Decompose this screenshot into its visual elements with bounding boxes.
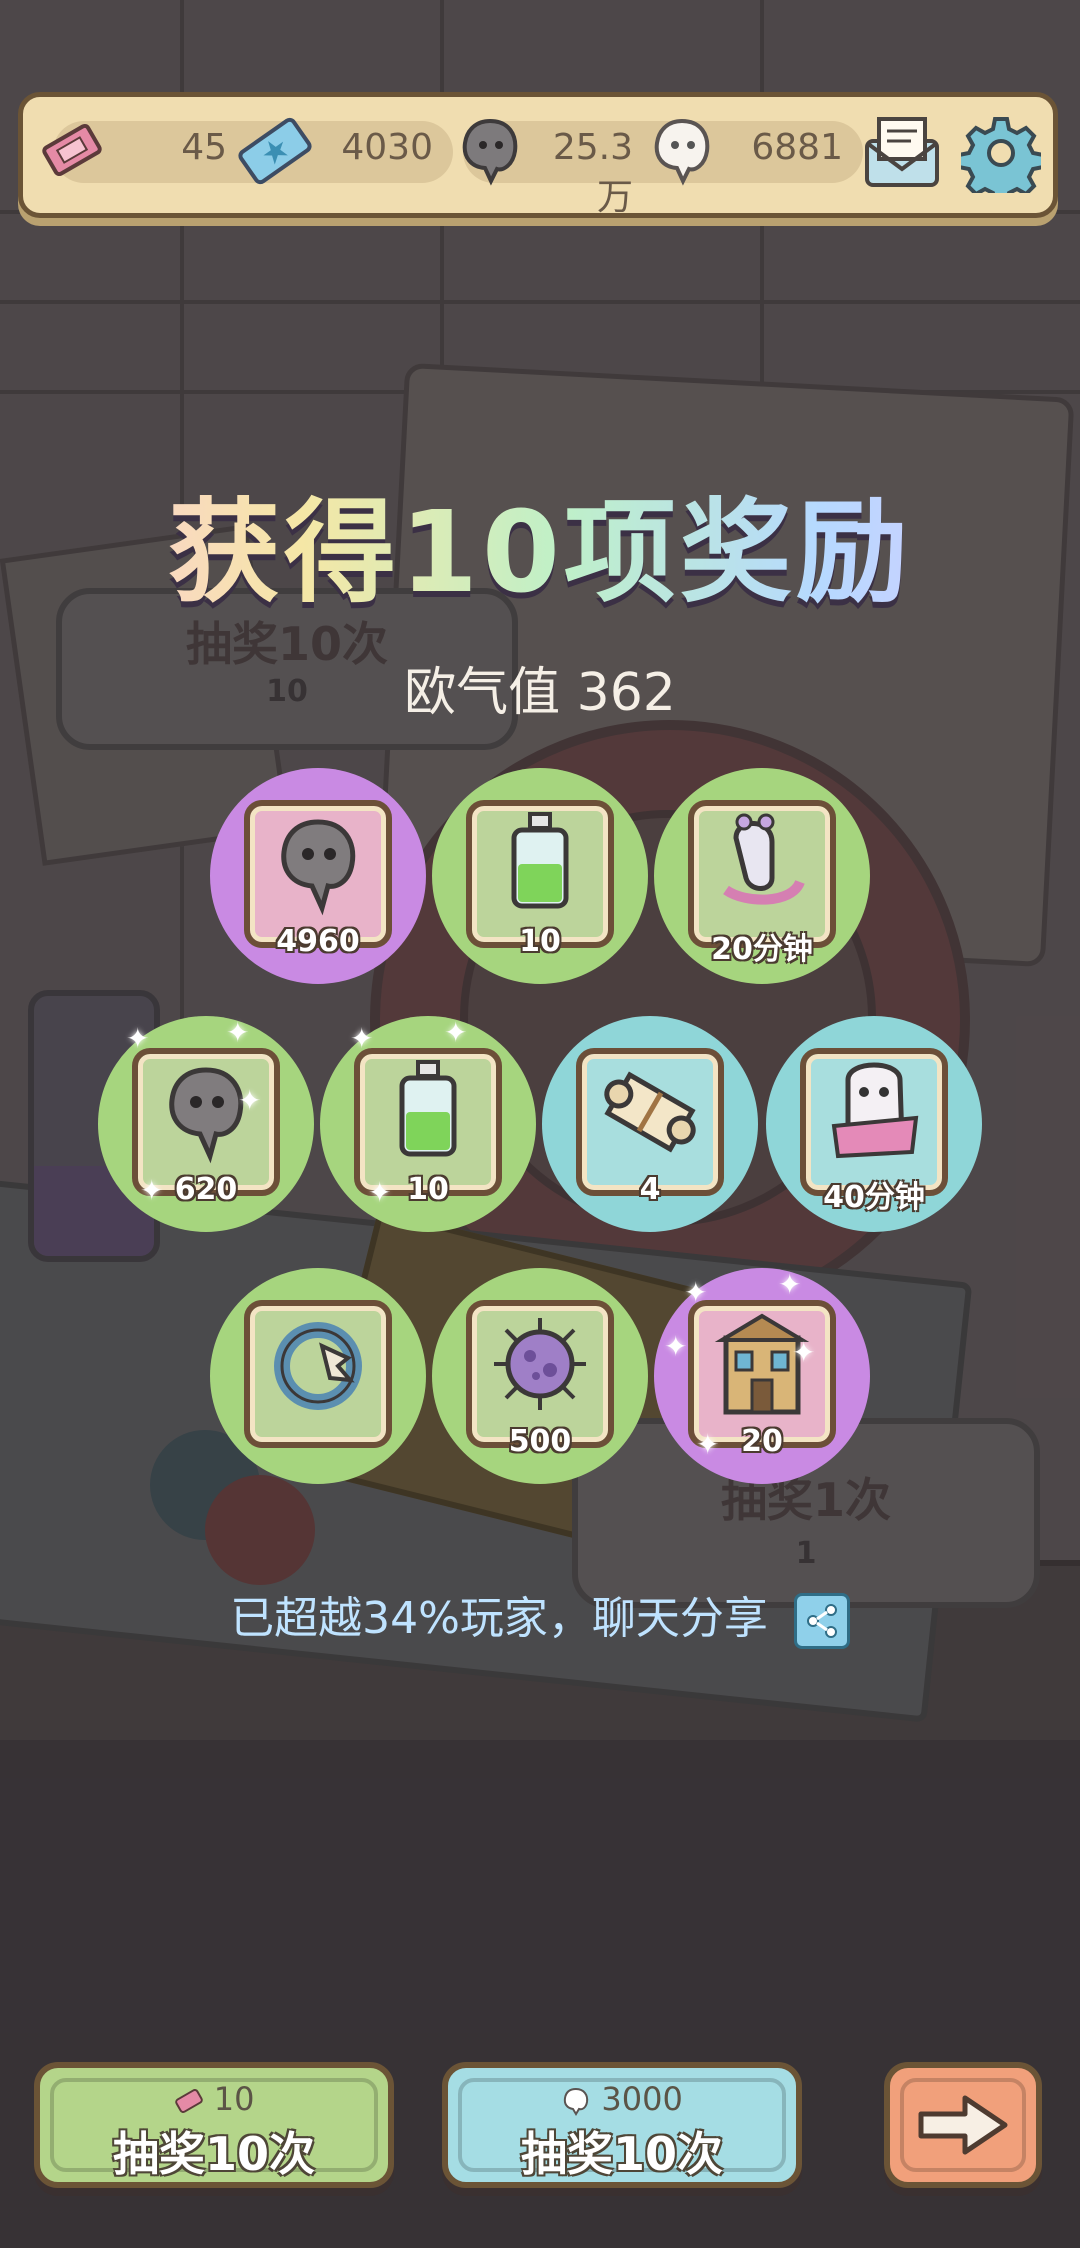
sparkle-icon: ✦	[444, 1016, 468, 1049]
reward-qty: 20	[741, 1424, 783, 1459]
light-ghost-icon	[654, 118, 710, 186]
ticket-count: 45	[181, 127, 227, 168]
sparkle-icon: ✦	[696, 1428, 720, 1461]
settings-gear-icon[interactable]	[961, 113, 1041, 193]
scroll-icon	[604, 1071, 696, 1153]
dark-ghost-icon	[462, 118, 518, 186]
reward-qty: 10	[407, 1172, 449, 1207]
sparkle-icon: ✦	[684, 1276, 708, 1309]
blue-ticket-count: 4030	[341, 127, 433, 168]
reward-title: 获得10项奖励	[0, 462, 1080, 624]
reward-item[interactable]: 4960	[210, 768, 426, 984]
reward-item[interactable]: 10	[432, 768, 648, 984]
green-potion-icon	[511, 812, 569, 909]
draw10-ghost-label: 抽奖10次	[520, 2127, 723, 2181]
pink-ticket-icon	[42, 123, 102, 177]
reward-qty: 620	[174, 1172, 238, 1207]
light-ghost-icon	[564, 2087, 589, 2116]
sparkle-icon: ✦	[792, 1336, 816, 1369]
ticket-cost-row: 10	[40, 2080, 388, 2118]
reward-item[interactable]: 20分钟	[654, 768, 870, 984]
ghost-cost-row: 3000	[448, 2080, 796, 2118]
reward-qty: 4960	[276, 924, 360, 959]
reward-qty: 10	[519, 924, 561, 959]
sparkle-icon: ✦	[368, 1176, 392, 1209]
green-potion-icon	[399, 1060, 457, 1157]
dark-ghost-icon	[281, 819, 356, 916]
reward-item[interactable]	[210, 1268, 426, 1484]
draw10-ticket-label: 抽奖10次	[112, 2127, 315, 2181]
draw10-ticket-button[interactable]: 10 抽奖10次	[34, 2062, 394, 2188]
reward-item[interactable]: 4	[542, 1016, 758, 1232]
sparkle-icon: ✦	[664, 1330, 688, 1363]
sparkle-icon: ✦	[226, 1016, 250, 1049]
reward-qty: 20分钟	[711, 932, 813, 967]
reward-qty: 40分钟	[823, 1180, 925, 1215]
dark-ghost-count: 25.3万	[552, 127, 633, 218]
reward-qty: 4	[639, 1172, 661, 1207]
sparkle-icon: ✦	[126, 1022, 150, 1055]
purple-virus-icon	[494, 1318, 586, 1410]
snail-icon	[723, 813, 805, 905]
claw-ring-icon	[274, 1322, 362, 1410]
reward-qty: 500	[508, 1424, 572, 1459]
sparkle-icon: ✦	[350, 1022, 374, 1055]
share-text: 已超越34%玩家，聊天分享	[230, 1593, 768, 1644]
ghost-cost: 3000	[601, 2080, 683, 2118]
ghost-with-blanket-icon	[831, 1062, 919, 1159]
ticket-cost: 10	[213, 2080, 255, 2118]
blue-ticket-icon	[238, 117, 312, 185]
light-ghost-count: 6881	[751, 127, 843, 168]
arrow-right-icon	[918, 2095, 1008, 2155]
mail-icon[interactable]	[861, 113, 943, 191]
reward-item[interactable]: 500	[432, 1268, 648, 1484]
share-icon[interactable]	[793, 1593, 850, 1649]
luck-value: 欧气值 362	[404, 663, 676, 723]
pink-ticket-icon	[174, 2089, 203, 2113]
draw10-ghost-button[interactable]: 3000 抽奖10次	[442, 2062, 802, 2188]
sparkle-icon: ✦	[238, 1084, 262, 1117]
share-row[interactable]: 已超越34%玩家，聊天分享	[0, 1582, 1080, 1649]
sparkle-icon: ✦	[140, 1174, 164, 1207]
resource-bar: 45 4030 25.3万 6881	[18, 92, 1058, 218]
continue-button[interactable]	[884, 2062, 1042, 2188]
reward-item[interactable]: 40分钟	[766, 1016, 982, 1232]
sparkle-icon: ✦	[778, 1268, 802, 1301]
